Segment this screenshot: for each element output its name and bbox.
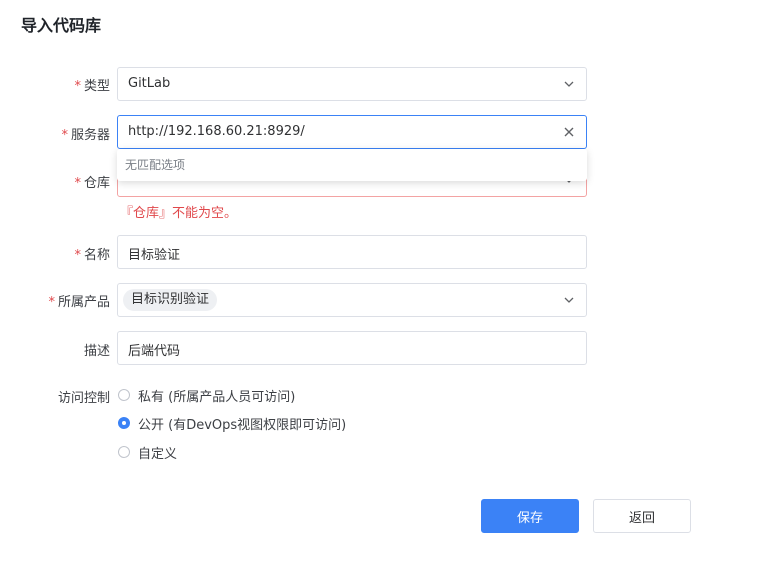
name-label: * 名称 (74, 248, 110, 263)
access-option-public[interactable]: 公开 (有DevOps视图权限即可访问) (118, 414, 346, 433)
chevron-down-icon (562, 293, 576, 307)
type-label: * 类型 (74, 79, 110, 94)
type-select[interactable]: GitLab (117, 67, 587, 101)
access-option-private[interactable]: 私有 (所属产品人员可访问) (118, 386, 295, 405)
save-button[interactable]: 保存 (481, 499, 579, 533)
server-input-value: http://192.168.60.21:8929/ (128, 124, 305, 139)
access-option-custom[interactable]: 自定义 (118, 443, 177, 462)
back-button[interactable]: 返回 (593, 499, 691, 533)
product-tag: 目标识别验证 (123, 289, 218, 311)
access-label: 访问控制 (57, 391, 110, 406)
radio-button[interactable] (118, 446, 130, 458)
required-mark: * (61, 128, 68, 143)
required-mark: * (74, 79, 81, 94)
desc-label: 描述 (83, 344, 110, 359)
chevron-down-icon (562, 77, 576, 91)
server-label: * 服务器 (61, 128, 110, 143)
product-select[interactable]: 目标识别验证 (117, 283, 587, 317)
radio-button[interactable] (118, 389, 130, 401)
close-icon[interactable] (562, 125, 576, 139)
server-input[interactable]: http://192.168.60.21:8929/ (117, 115, 587, 149)
repo-error-message: 『仓库』不能为空。 (120, 206, 238, 221)
page-title: 导入代码库 (21, 16, 102, 35)
radio-button[interactable] (118, 417, 130, 429)
desc-input-value: 后端代码 (128, 344, 181, 359)
name-input[interactable]: 目标验证 (117, 235, 587, 269)
dropdown-empty-text: 无匹配选项 (125, 158, 186, 172)
desc-input[interactable]: 后端代码 (117, 331, 587, 365)
name-input-value: 目标验证 (128, 248, 181, 263)
required-mark: * (48, 295, 55, 310)
server-dropdown: 无匹配选项 (117, 149, 587, 181)
required-mark: * (74, 176, 81, 191)
product-label: * 所属产品 (48, 295, 110, 310)
required-mark: * (74, 248, 81, 263)
type-select-value: GitLab (128, 76, 171, 91)
repo-label: * 仓库 (74, 176, 110, 191)
